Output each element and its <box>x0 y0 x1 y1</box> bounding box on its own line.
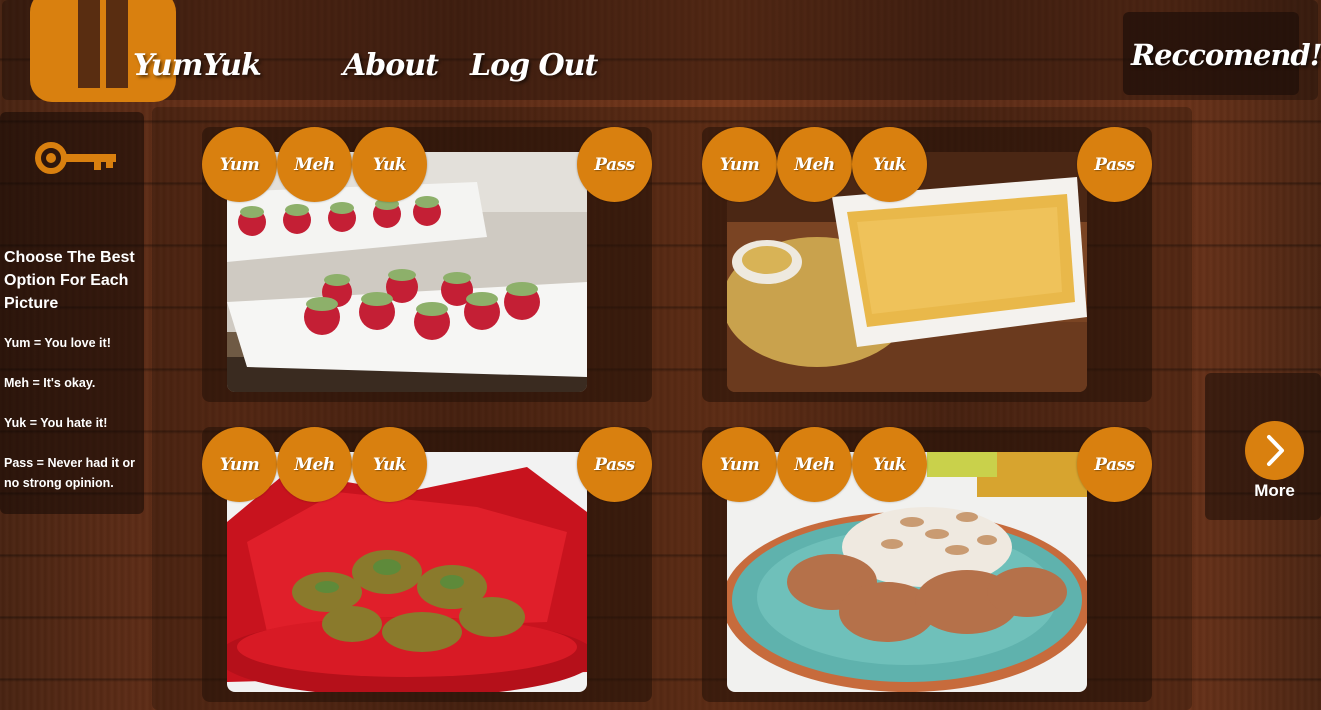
meh-button[interactable]: Meh <box>777 127 852 202</box>
yum-button[interactable]: Yum <box>202 427 277 502</box>
meh-button[interactable]: Meh <box>777 427 852 502</box>
yum-button[interactable]: Yum <box>702 127 777 202</box>
key-icon <box>35 142 116 174</box>
recommend-button[interactable]: Reccomend! <box>1123 12 1321 95</box>
recommend-label: Reccomend! <box>1131 38 1321 72</box>
meh-button[interactable]: Meh <box>277 427 352 502</box>
yuk-button[interactable]: Yuk <box>352 427 427 502</box>
more-panel: More <box>1205 373 1321 520</box>
instruction-yum: Yum = You love it! <box>4 336 111 350</box>
food-card: Yum Meh Yuk Pass <box>702 127 1152 402</box>
food-card: Yum Meh Yuk Pass <box>702 427 1152 702</box>
chevron-right-icon <box>1267 435 1284 466</box>
instructions-sidebar: Choose The Best Option For Each Picture … <box>0 112 144 514</box>
yum-button[interactable]: Yum <box>702 427 777 502</box>
yum-button[interactable]: Yum <box>202 127 277 202</box>
instruction-pass: Pass = Never had it or no strong opinion… <box>4 456 135 490</box>
instructions: Choose The Best Option For Each Picture … <box>4 246 140 513</box>
yuk-button[interactable]: Yuk <box>852 427 927 502</box>
nav-logout-link[interactable]: Log Out <box>470 48 598 83</box>
more-label[interactable]: More <box>1245 481 1304 501</box>
instruction-yuk: Yuk = You hate it! <box>4 416 108 430</box>
pass-button[interactable]: Pass <box>577 127 652 202</box>
yuk-button[interactable]: Yuk <box>352 127 427 202</box>
meh-button[interactable]: Meh <box>277 127 352 202</box>
food-card: Yum Meh Yuk Pass <box>202 127 652 402</box>
pass-button[interactable]: Pass <box>577 427 652 502</box>
food-card: Yum Meh Yuk Pass <box>202 427 652 702</box>
more-button[interactable] <box>1245 421 1304 480</box>
nav-about-link[interactable]: About <box>343 48 439 83</box>
pass-button[interactable]: Pass <box>1077 427 1152 502</box>
yuk-button[interactable]: Yuk <box>852 127 927 202</box>
instruction-meh: Meh = It's okay. <box>4 376 96 390</box>
pass-button[interactable]: Pass <box>1077 127 1152 202</box>
brand-name[interactable]: YumYuk <box>133 48 262 83</box>
instructions-title: Choose The Best Option For Each Picture <box>4 249 135 312</box>
